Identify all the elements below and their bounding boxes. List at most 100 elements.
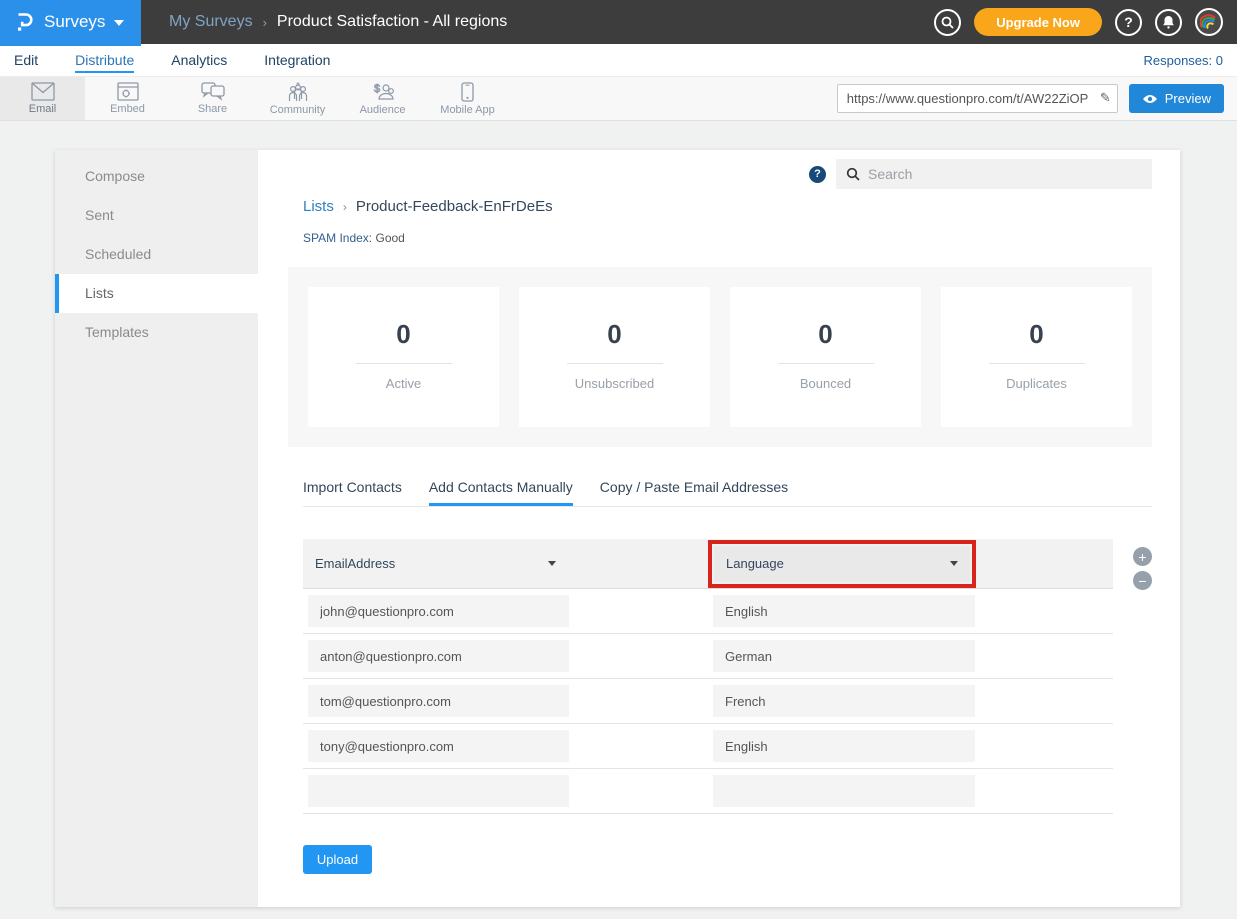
notifications-button[interactable] — [1155, 9, 1182, 36]
spam-index-value: Good — [375, 231, 404, 245]
stat-label: Bounced — [730, 376, 921, 391]
tab-copy-paste-email-addresses[interactable]: Copy / Paste Email Addresses — [600, 479, 788, 506]
column-field-dropdown-email[interactable]: EmailAddress — [303, 539, 568, 589]
list-name: Product-Feedback-EnFrDeEs — [356, 198, 553, 215]
email-field[interactable] — [308, 595, 569, 627]
stat-card-bounced: 0 Bounced — [730, 287, 921, 427]
channel-mobile-app-label: Mobile App — [440, 104, 494, 116]
embed-icon — [117, 82, 139, 101]
stat-value: 0 — [941, 319, 1132, 350]
help-button[interactable]: ? — [1115, 9, 1142, 36]
divider — [778, 363, 874, 364]
distribute-toolbar: Email Embed Share Community $ Audience — [0, 76, 1237, 121]
stat-label: Duplicates — [941, 376, 1132, 391]
avatar[interactable] — [1195, 8, 1223, 36]
table-row — [303, 724, 1113, 769]
responses-count[interactable]: Responses: 0 — [1144, 53, 1224, 68]
search-icon — [941, 16, 954, 29]
survey-nav: Edit Distribute Analytics Integration Re… — [0, 44, 1237, 76]
preview-button[interactable]: Preview — [1129, 84, 1224, 113]
highlight-red-box: Language — [708, 540, 976, 588]
edit-url-pencil-icon[interactable]: ✎ — [1100, 90, 1111, 106]
add-row-button[interactable]: + — [1133, 547, 1152, 566]
breadcrumb: My Surveys › Product Satisfaction - All … — [169, 13, 507, 31]
channel-community[interactable]: Community — [255, 77, 340, 120]
list-breadcrumb: Lists › Product-Feedback-EnFrDeEs — [303, 198, 1152, 215]
spam-index: SPAM Index: Good — [303, 231, 1152, 245]
email-field[interactable] — [308, 775, 569, 807]
row-controls: + − — [1133, 547, 1152, 814]
tab-import-contacts[interactable]: Import Contacts — [303, 479, 402, 506]
mobile-phone-icon — [461, 82, 474, 102]
contextual-help-icon[interactable]: ? — [809, 166, 826, 183]
breadcrumb-lists-link[interactable]: Lists — [303, 198, 334, 215]
stat-card-unsubscribed: 0 Unsubscribed — [519, 287, 710, 427]
spam-index-label: SPAM Index: — [303, 231, 372, 245]
language-field[interactable] — [713, 595, 975, 627]
selected-field: EmailAddress — [315, 556, 395, 571]
channel-audience[interactable]: $ Audience — [340, 77, 425, 120]
email-sidebar: Compose Sent Scheduled Lists Templates — [55, 150, 258, 907]
breadcrumb-chevron-icon: › — [263, 15, 267, 30]
tab-analytics[interactable]: Analytics — [171, 48, 227, 73]
breadcrumb-chevron-icon: › — [343, 200, 347, 214]
sidebar-item-lists[interactable]: Lists — [55, 274, 258, 313]
search-input[interactable] — [868, 166, 1142, 182]
question-mark-icon: ? — [1124, 14, 1133, 30]
language-field[interactable] — [713, 775, 975, 807]
divider — [989, 363, 1085, 364]
stat-card-duplicates: 0 Duplicates — [941, 287, 1132, 427]
column-field-dropdown-language[interactable]: Language — [714, 546, 970, 582]
email-field[interactable] — [308, 685, 569, 717]
product-switcher[interactable]: Surveys — [0, 0, 141, 46]
table-row — [303, 769, 1113, 814]
svg-text:$: $ — [374, 83, 380, 95]
sidebar-item-scheduled[interactable]: Scheduled — [55, 235, 258, 274]
manual-contacts-table: EmailAddress Language — [303, 539, 1113, 814]
community-icon — [286, 82, 310, 102]
search-button[interactable] — [934, 9, 961, 36]
stat-value: 0 — [730, 319, 921, 350]
tab-integration[interactable]: Integration — [264, 48, 330, 73]
channel-email-label: Email — [29, 103, 57, 115]
questionpro-logo-icon — [14, 11, 35, 34]
tab-distribute[interactable]: Distribute — [75, 48, 134, 73]
remove-row-button[interactable]: − — [1133, 571, 1152, 590]
upload-button[interactable]: Upload — [303, 845, 372, 874]
survey-url-input[interactable] — [837, 84, 1118, 113]
stat-label: Active — [308, 376, 499, 391]
sidebar-item-sent[interactable]: Sent — [55, 196, 258, 235]
upgrade-now-button[interactable]: Upgrade Now — [974, 8, 1102, 36]
product-name: Surveys — [44, 12, 105, 32]
channel-embed[interactable]: Embed — [85, 77, 170, 120]
channel-email[interactable]: Email — [0, 77, 85, 120]
search-icon — [846, 167, 860, 181]
stat-value: 0 — [308, 319, 499, 350]
bell-icon — [1162, 15, 1175, 29]
language-field[interactable] — [713, 685, 975, 717]
channel-share[interactable]: Share — [170, 77, 255, 120]
stat-value: 0 — [519, 319, 710, 350]
language-field[interactable] — [713, 640, 975, 672]
tab-add-contacts-manually[interactable]: Add Contacts Manually — [429, 479, 573, 506]
share-icon — [201, 82, 225, 101]
channel-mobile-app[interactable]: Mobile App — [425, 77, 510, 120]
table-row — [303, 679, 1113, 724]
language-field[interactable] — [713, 730, 975, 762]
page-title: Product Satisfaction - All regions — [277, 13, 507, 31]
audience-icon: $ — [370, 82, 396, 102]
email-field[interactable] — [308, 730, 569, 762]
divider — [567, 363, 663, 364]
chevron-down-icon — [950, 561, 958, 566]
email-distribution-panel: Compose Sent Scheduled Lists Templates ?… — [55, 150, 1180, 907]
sidebar-item-compose[interactable]: Compose — [55, 157, 258, 196]
sidebar-item-templates[interactable]: Templates — [55, 313, 258, 352]
list-search-box — [836, 159, 1152, 189]
tab-edit[interactable]: Edit — [14, 48, 38, 73]
breadcrumb-my-surveys[interactable]: My Surveys — [169, 13, 253, 31]
top-header: Surveys My Surveys › Product Satisfactio… — [0, 0, 1237, 44]
channel-share-label: Share — [198, 103, 227, 115]
email-field[interactable] — [308, 640, 569, 672]
list-stats: 0 Active 0 Unsubscribed 0 Bounced 0 Dupl… — [288, 267, 1152, 447]
table-row — [303, 634, 1113, 679]
